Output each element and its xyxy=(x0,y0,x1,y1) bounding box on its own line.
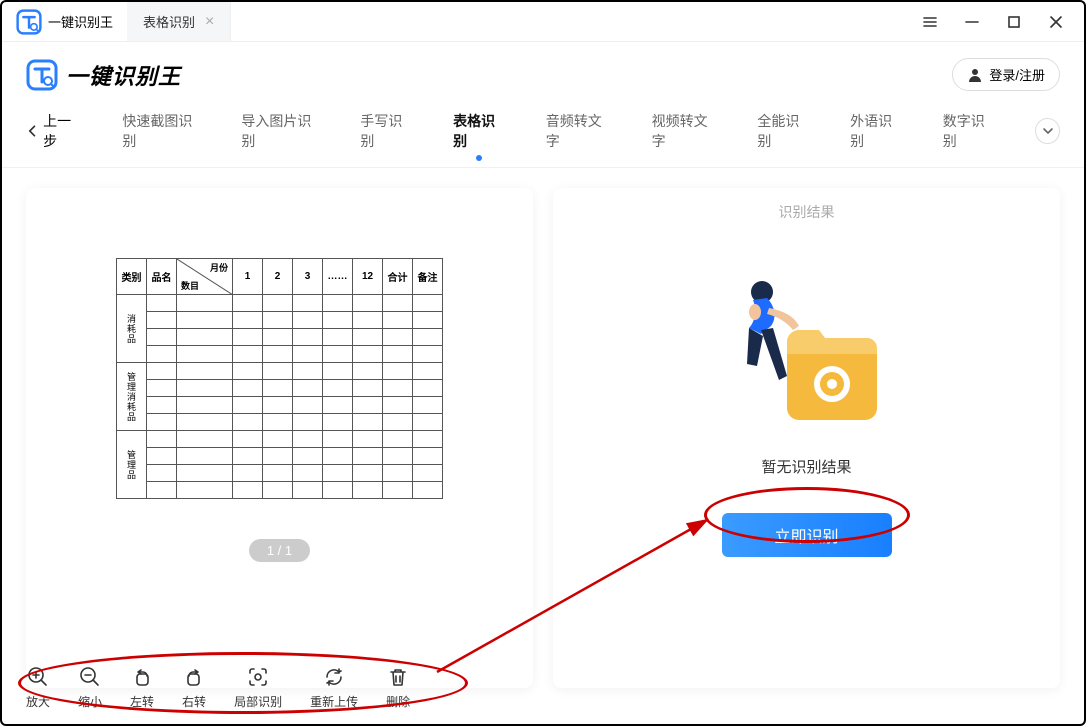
diagonal-header: 月份 数目 xyxy=(177,259,233,295)
rotate-right-button[interactable]: 右转 xyxy=(182,665,206,710)
tool-label: 放大 xyxy=(26,693,50,710)
close-tab-icon[interactable]: × xyxy=(205,13,214,31)
maximize-icon[interactable] xyxy=(1002,10,1026,34)
col-header: 3 xyxy=(293,259,323,295)
table-preview: 类别 品名 月份 数目 1 2 3 …… 12 合计 备注 消耗品 管理消耗品 xyxy=(116,258,443,499)
tool-label: 局部识别 xyxy=(234,693,282,710)
tool-label: 左转 xyxy=(130,693,154,710)
col-header: 12 xyxy=(353,259,383,295)
app-header: 一键识别王 登录/注册 xyxy=(2,42,1084,101)
col-header: 2 xyxy=(263,259,293,295)
title-bar: 一键识别王 表格识别 × xyxy=(2,2,1084,42)
close-window-icon[interactable] xyxy=(1044,10,1068,34)
tool-label: 右转 xyxy=(182,693,206,710)
refresh-icon xyxy=(322,665,346,689)
nav-universal[interactable]: 全能识别 xyxy=(757,111,810,151)
nav-handwrite[interactable]: 手写识别 xyxy=(360,111,413,151)
app-title: 一键识别王 xyxy=(2,2,127,41)
tool-label: 删除 xyxy=(386,693,410,710)
brand-text: 一键识别王 xyxy=(66,59,181,91)
rotate-left-icon xyxy=(130,665,154,689)
row-group: 消耗品 xyxy=(117,295,147,363)
brand-logo-icon xyxy=(26,59,58,91)
row-group: 管理消耗品 xyxy=(117,363,147,431)
trash-icon xyxy=(386,665,410,689)
page-indicator: 1 / 1 xyxy=(249,539,310,562)
tool-label: 缩小 xyxy=(78,693,102,710)
zoom-out-button[interactable]: 缩小 xyxy=(78,665,102,710)
col-header: …… xyxy=(323,259,353,295)
rotate-left-button[interactable]: 左转 xyxy=(130,665,154,710)
row-group: 管理品 xyxy=(117,431,147,499)
chevron-down-icon xyxy=(1042,125,1054,137)
nav-import[interactable]: 导入图片识别 xyxy=(241,111,320,151)
rotate-right-icon xyxy=(182,665,206,689)
nav-audio[interactable]: 音频转文字 xyxy=(546,111,612,151)
col-header: 1 xyxy=(233,259,263,295)
image-toolbar: 放大 缩小 左转 右转 局部识别 重新上传 删除 xyxy=(26,665,410,710)
minimize-icon[interactable] xyxy=(960,10,984,34)
user-icon xyxy=(967,67,983,83)
diag-top: 月份 xyxy=(210,261,228,274)
tab-label: 表格识别 xyxy=(143,12,195,31)
app-title-text: 一键识别王 xyxy=(48,12,113,31)
tool-label: 重新上传 xyxy=(310,693,358,710)
col-header: 合计 xyxy=(383,259,413,295)
reupload-button[interactable]: 重新上传 xyxy=(310,665,358,710)
nav-video[interactable]: 视频转文字 xyxy=(652,111,718,151)
back-button[interactable]: 上一步 xyxy=(26,111,82,151)
delete-button[interactable]: 删除 xyxy=(386,665,410,710)
brand: 一键识别王 xyxy=(26,59,181,91)
active-tab[interactable]: 表格识别 × xyxy=(127,2,231,41)
zoom-in-icon xyxy=(26,665,50,689)
result-title: 识别结果 xyxy=(779,202,835,222)
back-label: 上一步 xyxy=(43,111,82,151)
zoom-out-icon xyxy=(78,665,102,689)
diag-bottom: 数目 xyxy=(181,279,199,292)
col-header: 品名 xyxy=(147,259,177,295)
empty-result-text: 暂无识别结果 xyxy=(761,456,851,477)
arrow-left-icon xyxy=(26,124,39,138)
col-header: 类别 xyxy=(117,259,147,295)
app-logo-icon xyxy=(16,9,42,35)
annotation-arrow-icon xyxy=(432,512,722,682)
col-header: 备注 xyxy=(413,259,443,295)
login-label: 登录/注册 xyxy=(989,65,1045,84)
nav-screenshot[interactable]: 快速截图识别 xyxy=(122,111,201,151)
scan-icon xyxy=(246,665,270,689)
zoom-in-button[interactable]: 放大 xyxy=(26,665,50,710)
nav-foreign[interactable]: 外语识别 xyxy=(850,111,903,151)
partial-recognize-button[interactable]: 局部识别 xyxy=(234,665,282,710)
menu-icon[interactable] xyxy=(918,10,942,34)
recognize-button[interactable]: 立即识别 xyxy=(722,513,892,557)
login-button[interactable]: 登录/注册 xyxy=(952,58,1060,91)
window-controls xyxy=(902,10,1084,34)
nav-table[interactable]: 表格识别 xyxy=(453,111,506,151)
nav-digit[interactable]: 数字识别 xyxy=(943,111,996,151)
nav-more-button[interactable] xyxy=(1035,118,1060,144)
mode-nav: 上一步 快速截图识别 导入图片识别 手写识别 表格识别 音频转文字 视频转文字 … xyxy=(2,101,1084,168)
folder-illustration-icon xyxy=(727,272,887,442)
